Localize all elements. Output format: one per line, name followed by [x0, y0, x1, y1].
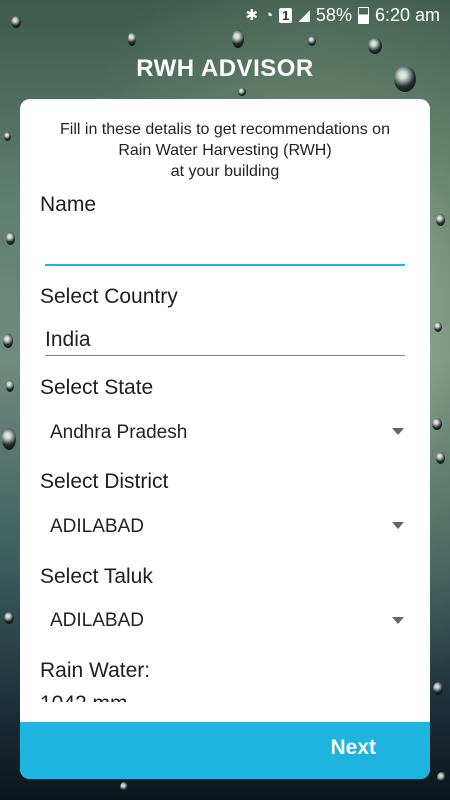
- country-label: Select Country: [40, 285, 178, 308]
- signal-icon: ◢: [298, 7, 310, 24]
- rain-drop: [120, 782, 128, 792]
- app-title: RWH ADVISOR: [136, 55, 314, 82]
- country-input[interactable]: India: [45, 328, 91, 352]
- state-select[interactable]: Andhra Pradesh: [50, 422, 187, 444]
- rain-drop: [308, 36, 316, 46]
- rain-drop: [368, 38, 382, 54]
- state-dropdown-icon[interactable]: [392, 428, 404, 435]
- bluetooth-icon: ✱: [245, 7, 259, 24]
- rainwater-label: Rain Water:: [40, 659, 151, 682]
- rain-drop: [436, 214, 445, 226]
- battery-icon: [357, 6, 369, 24]
- clock: 6:20 am: [374, 4, 440, 25]
- battery-percent: 58%: [315, 4, 352, 25]
- district-label: Select District: [40, 470, 169, 493]
- next-button[interactable]: Next: [330, 736, 376, 760]
- intro-line-2: Rain Water Harvesting (RWH): [118, 142, 332, 159]
- name-input-underline[interactable]: [45, 264, 405, 266]
- rain-drop: [3, 334, 13, 348]
- rain-drop: [434, 322, 442, 332]
- intro-line-1: Fill in these detalis to get recommendat…: [60, 121, 390, 138]
- wifi-icon: ◔: [264, 6, 274, 24]
- name-label: Name: [40, 193, 97, 216]
- app-screen: ✱ ◔ 1 ◢ 58% 6:20 am RWH ADVISOR Fill in …: [0, 0, 450, 800]
- sim-icon: 1: [279, 7, 293, 23]
- rainwater-value: 1042 mm: [40, 692, 128, 702]
- rain-drop: [433, 682, 443, 695]
- rain-drop: [6, 380, 14, 392]
- rain-drop: [4, 612, 14, 624]
- next-bar: Next: [20, 722, 430, 779]
- taluk-select[interactable]: ADILABAD: [50, 610, 144, 632]
- rain-drop: [437, 772, 446, 783]
- rain-drop: [6, 232, 15, 245]
- taluk-label: Select Taluk: [40, 565, 153, 588]
- rain-drop: [238, 88, 246, 96]
- rain-drop: [128, 32, 136, 46]
- rain-drop: [2, 428, 16, 450]
- rain-drop: [232, 30, 244, 48]
- rain-drop: [436, 452, 445, 464]
- district-dropdown-icon[interactable]: [392, 522, 404, 529]
- intro-line-3: at your building: [170, 163, 280, 180]
- state-label: Select State: [40, 376, 154, 399]
- intro-text: Fill in these detalis to get recommendat…: [20, 119, 430, 182]
- district-select[interactable]: ADILABAD: [50, 516, 144, 538]
- form-card: Fill in these detalis to get recommendat…: [20, 99, 430, 779]
- taluk-dropdown-icon[interactable]: [392, 617, 404, 624]
- country-input-underline[interactable]: [45, 355, 405, 356]
- rain-drop: [4, 132, 11, 141]
- rain-drop: [432, 418, 442, 430]
- status-bar: ✱ ◔ 1 ◢ 58% 6:20 am: [0, 0, 450, 30]
